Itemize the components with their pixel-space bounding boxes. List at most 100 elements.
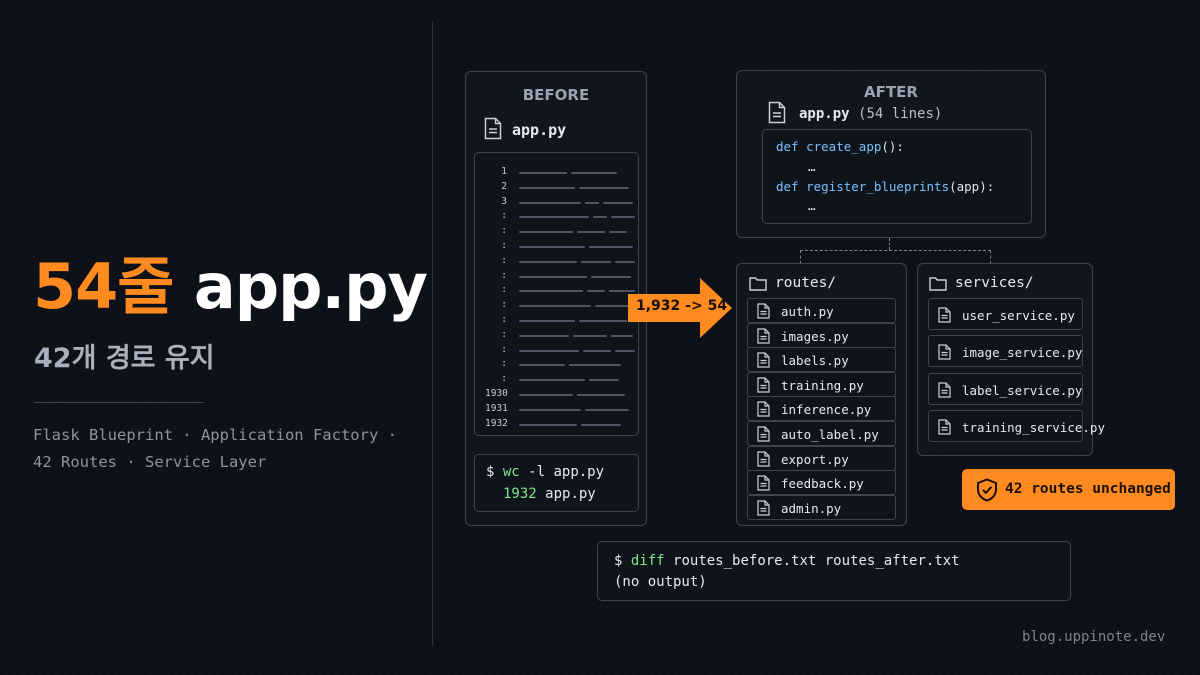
code-placeholder-bar xyxy=(569,364,621,367)
code-placeholder-bar xyxy=(615,260,635,263)
line-number: : xyxy=(501,284,507,296)
routes-file-row[interactable]: inference.py xyxy=(747,396,896,422)
routes-file-name: images.py xyxy=(781,328,849,344)
hero-highlight: 54줄 xyxy=(33,250,174,323)
hero-title: 54줄 app.py xyxy=(33,236,428,326)
routes-file-row[interactable]: feedback.py xyxy=(747,470,896,496)
routes-file-row[interactable]: labels.py xyxy=(747,347,896,373)
code-line-1: def create_app(): xyxy=(776,139,904,154)
file-icon xyxy=(757,500,770,516)
code-placeholder-bar xyxy=(519,364,565,367)
wc-command: $ wc -l app.py xyxy=(486,464,605,480)
code-placeholder-bar xyxy=(611,216,635,219)
line-number: 1931 xyxy=(485,402,508,414)
file-icon xyxy=(757,303,770,319)
routes-file-row[interactable]: auth.py xyxy=(747,298,896,323)
code-placeholder-bar xyxy=(579,186,629,189)
code-placeholder-bar xyxy=(579,320,627,322)
code-placeholder-bar xyxy=(519,186,575,189)
file-icon xyxy=(938,307,951,323)
diff-output: (no output) xyxy=(614,574,707,590)
routes-file-row[interactable]: images.py xyxy=(747,322,896,348)
routes-file-name: auto_label.py xyxy=(781,427,879,442)
line-number: : xyxy=(501,314,507,325)
services-file-row[interactable]: user_service.py xyxy=(928,298,1083,330)
file-icon xyxy=(768,101,786,124)
code-placeholder-bar xyxy=(519,216,589,219)
file-icon xyxy=(757,352,770,368)
line-number: : xyxy=(501,210,507,222)
code-placeholder-bar xyxy=(615,349,635,352)
code-placeholder-bar xyxy=(519,275,587,278)
divider xyxy=(34,402,204,403)
line-number: 1 xyxy=(501,166,507,177)
code-placeholder-bar xyxy=(585,201,599,204)
after-filename: app.py (54 lines) xyxy=(799,106,943,122)
subtitle: 42개 경로 유지 xyxy=(34,343,215,374)
code-placeholder-bar xyxy=(581,260,611,263)
code-placeholder-bar xyxy=(519,246,585,248)
file-icon xyxy=(757,450,770,467)
line-number: 2 xyxy=(501,180,507,192)
file-icon xyxy=(757,377,770,393)
code-placeholder-bar xyxy=(577,231,605,234)
wc-output: 1932 app.py xyxy=(503,486,596,502)
services-file-row[interactable]: image_service.py xyxy=(928,335,1083,368)
line-number: : xyxy=(501,343,507,355)
routes-unchanged-badge: 42 routes unchanged xyxy=(962,469,1175,510)
code-placeholder-bar xyxy=(583,349,611,352)
code-placeholder-bar xyxy=(593,216,607,219)
routes-file-row[interactable]: training.py xyxy=(747,371,896,397)
code-placeholder-bar xyxy=(519,423,577,426)
after-panel: AFTER app.py (54 lines) def create_app()… xyxy=(736,70,1046,238)
tags-line-2: 42 Routes · Service Layer xyxy=(33,453,267,471)
code-placeholder-bar xyxy=(519,172,567,174)
services-folder-title: services/ xyxy=(955,275,1034,291)
code-line-4: … xyxy=(808,198,816,213)
diff-command: $ diff routes_before.txt routes_after.tx… xyxy=(614,553,960,569)
code-placeholder-bar xyxy=(519,394,573,396)
code-placeholder-bar xyxy=(587,290,605,293)
services-file-name: label_service.py xyxy=(962,382,1083,398)
routes-file-row[interactable]: admin.py xyxy=(747,494,896,520)
before-code-listing: 1 2 3::::::::::::1930 1931 1932 xyxy=(474,152,639,436)
routes-file-row[interactable]: auto_label.py xyxy=(747,421,896,446)
reduction-label: 1,932 -> 54 xyxy=(636,298,728,314)
line-number: : xyxy=(501,299,507,311)
line-number: : xyxy=(501,240,507,251)
connector-branch xyxy=(800,250,991,251)
code-placeholder-bar xyxy=(519,320,575,322)
line-number: : xyxy=(501,328,507,340)
file-icon xyxy=(757,327,770,344)
code-line-2: … xyxy=(808,159,816,174)
folder-icon xyxy=(749,276,767,291)
line-number: : xyxy=(501,254,507,266)
before-panel: BEFORE app.py 1 2 3::::::::::::1930 1931 193… xyxy=(465,71,647,526)
before-filename: app.py xyxy=(512,121,567,139)
connector-services xyxy=(990,250,991,264)
badge-text: 42 routes unchanged xyxy=(1005,481,1171,497)
file-icon xyxy=(484,117,502,140)
services-file-row[interactable]: training_service.py xyxy=(928,409,1105,442)
code-placeholder-bar xyxy=(519,290,583,293)
tags-line-1: Flask Blueprint · Application Factory · xyxy=(33,426,397,444)
code-placeholder-bar xyxy=(519,260,577,263)
routes-file-name: inference.py xyxy=(781,402,872,418)
code-line-3: def register_blueprints(app): xyxy=(776,179,995,194)
code-placeholder-bar xyxy=(519,379,585,382)
code-placeholder-bar xyxy=(519,305,591,308)
file-icon xyxy=(757,426,770,442)
code-placeholder-bar xyxy=(589,246,633,248)
code-placeholder-bar xyxy=(571,172,617,174)
routes-file-row[interactable]: export.py xyxy=(747,445,896,471)
file-icon xyxy=(938,344,951,360)
connector-trunk xyxy=(889,238,890,250)
diff-terminal: $ diff routes_before.txt routes_after.tx… xyxy=(597,541,1071,601)
file-icon xyxy=(938,419,951,435)
code-placeholder-bar xyxy=(591,275,631,278)
code-placeholder-bar xyxy=(589,379,619,382)
footer-url: blog.uppinote.dev xyxy=(1022,629,1166,645)
services-file-row[interactable]: label_service.py xyxy=(928,372,1083,405)
code-placeholder-bar xyxy=(519,408,581,411)
file-icon xyxy=(938,381,951,398)
